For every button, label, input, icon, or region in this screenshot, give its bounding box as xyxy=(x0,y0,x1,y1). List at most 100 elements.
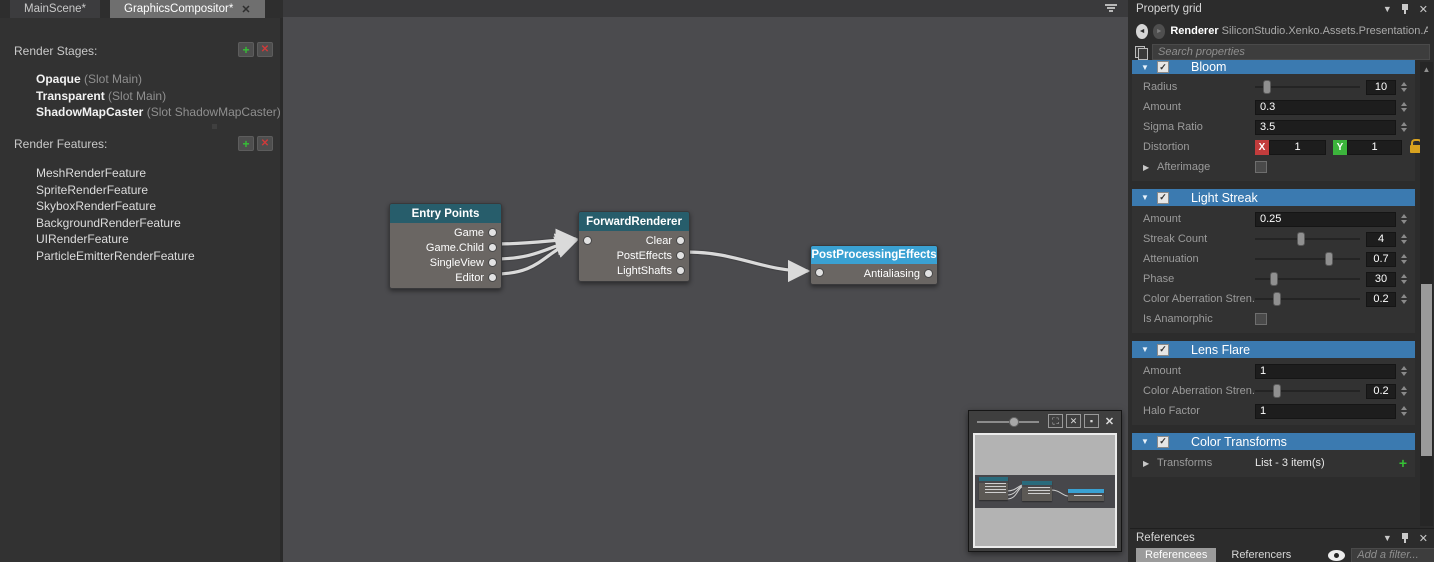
spinner[interactable] xyxy=(1398,404,1409,419)
node-postprocessing-effects[interactable]: PostProcessingEffects Antialiasing xyxy=(810,245,938,285)
port-clear[interactable] xyxy=(676,236,685,245)
collapse-arrow-icon[interactable]: ▼ xyxy=(1141,345,1151,354)
spinner[interactable] xyxy=(1398,120,1409,135)
spinner[interactable] xyxy=(1398,384,1409,399)
node-title[interactable]: ForwardRenderer xyxy=(579,212,689,231)
halo-factor-value[interactable]: 1 xyxy=(1255,404,1396,419)
section-header-color-transforms[interactable]: ▼ ✓ Color Transforms xyxy=(1132,433,1415,450)
render-feature-background[interactable]: BackgroundRenderFeature xyxy=(36,216,181,230)
panel-menu-icon[interactable]: ▼ xyxy=(1383,4,1392,14)
spinner[interactable] xyxy=(1398,364,1409,379)
port-game[interactable] xyxy=(488,228,497,237)
graph-sort-menu-icon[interactable] xyxy=(1104,4,1118,14)
spinner[interactable] xyxy=(1398,100,1409,115)
panel-close-icon[interactable]: ✕ xyxy=(1419,3,1428,16)
is-anamorphic-checkbox[interactable] xyxy=(1255,313,1267,325)
tab-close-icon[interactable]: ✕ xyxy=(241,3,250,16)
port-antialiasing[interactable] xyxy=(924,269,933,278)
spinner[interactable] xyxy=(1398,252,1409,267)
collapse-arrow-icon[interactable]: ▼ xyxy=(1141,193,1151,202)
port-posteffects[interactable] xyxy=(676,251,685,260)
delete-render-stage-button[interactable]: ✕ xyxy=(257,42,273,57)
radius-value[interactable]: 10 xyxy=(1366,80,1396,95)
splitter-grip[interactable] xyxy=(212,124,217,129)
minimap-zoom-slider[interactable] xyxy=(977,421,1039,423)
slider-thumb[interactable] xyxy=(1325,252,1333,266)
pin-icon[interactable] xyxy=(1401,532,1410,544)
amount-value[interactable]: 1 xyxy=(1255,364,1396,379)
port-input[interactable] xyxy=(815,268,824,277)
tab-referencees[interactable]: Referencees xyxy=(1136,548,1216,562)
add-render-stage-button[interactable]: + xyxy=(238,42,254,57)
panel-close-icon[interactable]: ✕ xyxy=(1419,532,1428,545)
node-title[interactable]: PostProcessingEffects xyxy=(811,246,937,264)
phase-slider[interactable] xyxy=(1255,272,1360,286)
slider-thumb[interactable] xyxy=(1273,384,1281,398)
section-header-bloom[interactable]: ▼ ✓ Bloom xyxy=(1132,60,1415,74)
color-aberration-value[interactable]: 0.2 xyxy=(1366,292,1396,307)
add-render-feature-button[interactable]: + xyxy=(238,136,254,151)
render-feature-sprite[interactable]: SpriteRenderFeature xyxy=(36,183,148,197)
render-stage-transparent[interactable]: Transparent (Slot Main) xyxy=(36,89,166,103)
toggle-categories-icon[interactable] xyxy=(1134,45,1148,59)
light-streak-enabled-checkbox[interactable]: ✓ xyxy=(1157,192,1169,204)
render-feature-particle-emitter[interactable]: ParticleEmitterRenderFeature xyxy=(36,249,195,263)
distortion-y-value[interactable]: 1 xyxy=(1347,140,1402,155)
port-editor[interactable] xyxy=(488,273,497,282)
afterimage-enabled-checkbox[interactable] xyxy=(1255,161,1267,173)
node-graph-canvas[interactable]: Entry Points Game Game.Child SingleView … xyxy=(283,0,1128,562)
collapse-arrow-icon[interactable]: ▼ xyxy=(1141,437,1151,446)
section-header-lens-flare[interactable]: ▼ ✓ Lens Flare xyxy=(1132,341,1415,358)
port-singleview[interactable] xyxy=(488,258,497,267)
add-transform-button[interactable]: + xyxy=(1399,455,1407,471)
spinner[interactable] xyxy=(1398,80,1409,95)
section-header-light-streak[interactable]: ▼ ✓ Light Streak xyxy=(1132,189,1415,206)
collapse-arrow-icon[interactable]: ▼ xyxy=(1141,63,1151,72)
slider-thumb[interactable] xyxy=(1270,272,1278,286)
minimap-close-icon[interactable]: ✕ xyxy=(1102,414,1117,428)
render-feature-ui[interactable]: UIRenderFeature xyxy=(36,232,129,246)
node-entry-points[interactable]: Entry Points Game Game.Child SingleView … xyxy=(389,203,502,289)
sigma-ratio-value[interactable]: 3.5 xyxy=(1255,120,1396,135)
tab-main-scene[interactable]: MainScene* xyxy=(10,0,100,18)
render-stage-opaque[interactable]: Opaque (Slot Main) xyxy=(36,72,142,86)
render-feature-mesh[interactable]: MeshRenderFeature xyxy=(36,166,146,180)
fit-view-icon[interactable]: ⛶ xyxy=(1048,414,1063,428)
search-properties-input[interactable] xyxy=(1152,44,1430,60)
spinner[interactable] xyxy=(1398,232,1409,247)
panel-menu-icon[interactable]: ▼ xyxy=(1383,533,1392,543)
graph-minimap[interactable]: ⛶ ✕ ▪ ✕ xyxy=(968,410,1122,552)
attenuation-value[interactable]: 0.7 xyxy=(1366,252,1396,267)
port-game-child[interactable] xyxy=(488,243,497,252)
streak-count-slider[interactable] xyxy=(1255,232,1360,246)
lens-flare-enabled-checkbox[interactable]: ✓ xyxy=(1157,344,1169,356)
render-stage-shadowmapcaster[interactable]: ShadowMapCaster (Slot ShadowMapCaster) xyxy=(36,105,281,119)
slider-thumb[interactable] xyxy=(1273,292,1281,306)
spinner[interactable] xyxy=(1398,292,1409,307)
tab-graphics-compositor[interactable]: GraphicsCompositor* ✕ xyxy=(110,0,265,18)
attenuation-slider[interactable] xyxy=(1255,252,1360,266)
spinner[interactable] xyxy=(1398,272,1409,287)
eye-icon[interactable] xyxy=(1328,550,1345,561)
references-filter-input[interactable] xyxy=(1351,548,1434,562)
spinner[interactable] xyxy=(1398,212,1409,227)
amount-value[interactable]: 0.25 xyxy=(1255,212,1396,227)
nav-forward-button[interactable]: ► xyxy=(1153,24,1165,39)
render-feature-skybox[interactable]: SkyboxRenderFeature xyxy=(36,199,156,213)
property-grid-scrollbar[interactable]: ▲ xyxy=(1420,62,1433,526)
expander-icon[interactable]: ▶ xyxy=(1143,459,1157,468)
amount-value[interactable]: 0.3 xyxy=(1255,100,1396,115)
scrollbar-thumb[interactable] xyxy=(1421,284,1432,456)
center-view-icon[interactable]: ▪ xyxy=(1084,414,1099,428)
radius-slider[interactable] xyxy=(1255,80,1360,94)
nav-back-button[interactable]: ◄ xyxy=(1136,24,1148,39)
color-transforms-enabled-checkbox[interactable]: ✓ xyxy=(1157,436,1169,448)
expand-view-icon[interactable]: ✕ xyxy=(1066,414,1081,428)
zoom-slider-thumb[interactable] xyxy=(1009,417,1019,427)
node-title[interactable]: Entry Points xyxy=(390,204,501,223)
slider-thumb[interactable] xyxy=(1297,232,1305,246)
delete-render-feature-button[interactable]: ✕ xyxy=(257,136,273,151)
node-forward-renderer[interactable]: ForwardRenderer Clear PostEffects LightS… xyxy=(578,211,690,282)
expander-icon[interactable]: ▶ xyxy=(1143,163,1157,172)
phase-value[interactable]: 30 xyxy=(1366,272,1396,287)
